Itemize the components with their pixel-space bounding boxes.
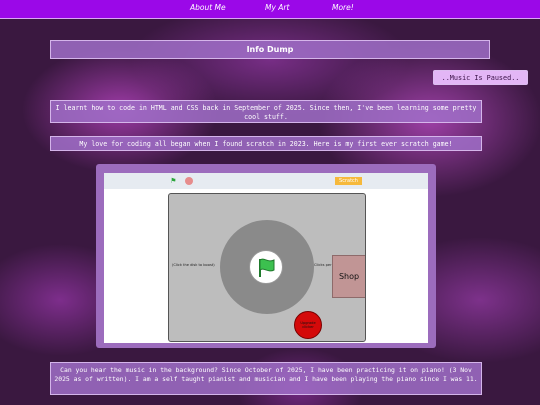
- nav-my-art[interactable]: My Art: [265, 3, 289, 12]
- nav-about-me[interactable]: About Me: [190, 3, 226, 12]
- scratch-embed[interactable]: ⚑ Scratch (Click the disk to boost) Clic…: [104, 173, 428, 343]
- scratch-stage[interactable]: (Click the disk to boost) Clicks per sec…: [168, 193, 366, 342]
- music-paragraph: Can you hear the music in the background…: [50, 362, 482, 395]
- shop-button[interactable]: Shop: [332, 255, 365, 298]
- page-title: Info Dump: [50, 40, 490, 59]
- nav-more[interactable]: More!: [332, 3, 354, 12]
- intro-paragraph: I learnt how to code in HTML and CSS bac…: [50, 100, 482, 123]
- scratch-toolbar: ⚑ Scratch: [104, 173, 428, 189]
- stop-icon[interactable]: [185, 177, 193, 185]
- top-nav: About Me My Art More!: [0, 0, 540, 19]
- upgrade-button[interactable]: Upgrade clicker: [294, 311, 322, 339]
- green-flag-icon[interactable]: ⚑: [171, 177, 179, 185]
- scratch-logo[interactable]: Scratch: [335, 177, 362, 185]
- music-toggle-button[interactable]: ..Music Is Paused..: [433, 70, 528, 85]
- stage-left-text: (Click the disk to boost): [172, 263, 215, 267]
- green-flag-icon: [259, 258, 275, 277]
- scratch-paragraph: My love for coding all began when I foun…: [50, 136, 482, 151]
- play-flag-button[interactable]: [249, 250, 283, 284]
